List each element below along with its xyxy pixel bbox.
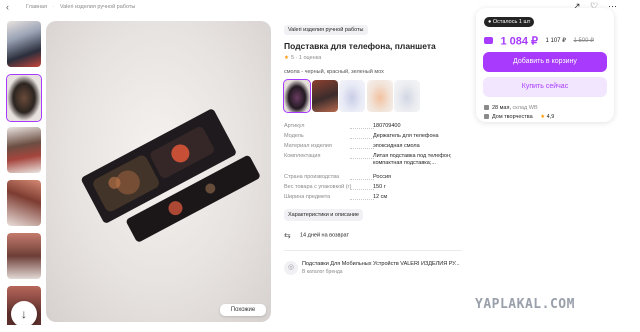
brand-icon: ◎ [284, 261, 298, 275]
brand-card[interactable]: ◎ Подставки Для Мобильных Устройств VALE… [284, 259, 466, 279]
spec-key: Модель [284, 133, 304, 139]
spec-value: 150 г [373, 184, 386, 190]
price-regular: 1 107 ₽ [545, 38, 567, 45]
seller-info[interactable]: Дом творчества ★ 4,9 [484, 114, 554, 120]
main-product-image[interactable]: Похожие [46, 21, 271, 322]
delivery-warehouse: склад WB [512, 105, 538, 111]
spec-value: Россия [373, 174, 392, 180]
return-arrows-icon: ⇆ [284, 231, 291, 240]
divider [284, 250, 462, 251]
rating[interactable]: ★ 5 · 1 оценка [284, 55, 474, 61]
return-text: 14 дней на возврат [300, 232, 349, 239]
spec-key: Страна производства [284, 174, 340, 180]
description-button[interactable]: Характеристики и описание [284, 209, 363, 221]
price-row: 1 084 ₽ 1 107 ₽ 1 500 ₽ [484, 32, 594, 50]
spec-value[interactable]: 180709400 [373, 123, 473, 130]
store-icon [484, 114, 489, 120]
star-icon: ★ [284, 55, 289, 61]
variant-thumbnail-selected[interactable] [283, 79, 311, 113]
brand-catalog-link[interactable]: В каталог бренда [302, 269, 343, 275]
spec-dots [350, 128, 374, 129]
brand-title: Подставки Для Мобильных Устройств VALERI… [302, 261, 460, 267]
spec-key: Материал изделия [284, 143, 332, 149]
spec-value: эпоксидная смола [373, 143, 420, 149]
star-icon: ★ [540, 114, 546, 120]
price-old: 1 500 ₽ [573, 38, 594, 45]
color-label: смола - черный, красный, зеленый мох [284, 69, 384, 75]
return-policy[interactable]: ⇆ 14 дней на возврат [284, 231, 349, 240]
thumbnail-photo[interactable] [7, 180, 41, 226]
back-chevron-icon[interactable]: ‹ [6, 3, 9, 12]
variant-thumbnail[interactable] [312, 80, 338, 112]
stock-text: Осталось 1 шт [492, 19, 531, 25]
truck-icon [484, 105, 489, 111]
thumbnail-gallery: ↓ [6, 20, 42, 325]
spec-dots [350, 199, 374, 200]
variant-thumbnail[interactable] [367, 80, 393, 112]
thumbnail-photo[interactable] [7, 233, 41, 279]
stock-badge: ● Осталось 1 шт [484, 17, 535, 27]
seller-rating: 4,9 [546, 114, 555, 120]
spec-key: Артикул [284, 123, 305, 129]
spec-value: Литая подставка под телефон; компактная … [373, 153, 452, 166]
watermark-text: YAPLAKAL.COM [475, 297, 575, 312]
delivery-date: 28 мая, [492, 105, 511, 111]
review-count: · 1 оценка [295, 55, 322, 61]
thumbnail-photo-active[interactable] [6, 74, 42, 122]
thumbnail-video[interactable] [7, 21, 41, 67]
spec-dots [350, 148, 374, 149]
spec-key: Ширина предмета [284, 194, 331, 200]
spec-key: Вес товара с упаковкой (г) [284, 184, 352, 190]
product-photo-illustration [81, 109, 260, 242]
price-wallet: 1 084 ₽ [500, 35, 539, 48]
spec-dots [350, 179, 374, 180]
rating-value: 5 [290, 55, 294, 61]
spec-dots [350, 189, 374, 190]
buy-now-button[interactable]: Купить сейчас [483, 77, 607, 97]
breadcrumb-brand[interactable]: Valeri изделия ручной работы [60, 4, 136, 10]
seller-name: Дом творчества [492, 114, 533, 120]
breadcrumb-separator: · [52, 4, 55, 10]
breadcrumb: Главная · Valeri изделия ручной работы [26, 4, 139, 10]
product-info: Valeri изделия ручной работы Подставка д… [284, 18, 474, 61]
breadcrumb-home[interactable]: Главная [26, 4, 47, 10]
spec-key: Комплектация [284, 153, 321, 159]
spec-dots [350, 138, 374, 139]
brand-chip[interactable]: Valeri изделия ручной работы [284, 25, 368, 35]
arrow-down-icon[interactable]: ↓ [11, 301, 37, 325]
add-to-cart-button[interactable]: Добавить в корзину [483, 52, 607, 72]
wallet-icon [484, 37, 493, 45]
variant-thumbnail[interactable] [394, 80, 420, 112]
spec-value: 12 см [373, 194, 388, 200]
product-title: Подставка для телефона, планшета [284, 41, 436, 51]
spec-dots [350, 158, 374, 159]
variant-thumbnail[interactable] [339, 80, 365, 112]
spec-value: Держатель для телефона [373, 133, 439, 139]
delivery-info: 28 мая, склад WB [484, 105, 538, 111]
similar-button[interactable]: Похожие [220, 304, 266, 316]
thumbnail-photo[interactable] [7, 127, 41, 173]
